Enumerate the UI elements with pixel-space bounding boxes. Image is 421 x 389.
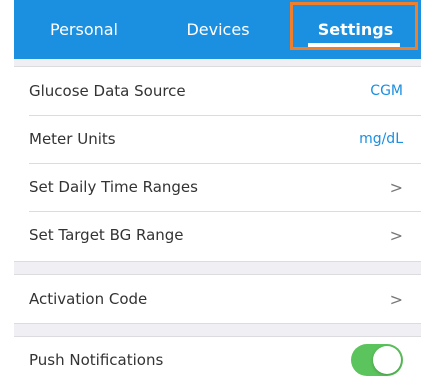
glucose-data-source-value: CGM xyxy=(370,83,403,99)
active-tab-indicator xyxy=(308,43,400,47)
push-notifications-label: Push Notifications xyxy=(29,351,164,369)
settings-group-data: Glucose Data Source CGM Meter Units mg/d… xyxy=(14,66,421,262)
tab-devices[interactable]: Devices xyxy=(162,0,274,59)
activation-code-label: Activation Code xyxy=(29,290,148,308)
settings-group-activation: Activation Code > xyxy=(14,274,421,324)
row-activation-code[interactable]: Activation Code > xyxy=(14,275,421,323)
row-glucose-data-source[interactable]: Glucose Data Source CGM xyxy=(14,67,421,115)
row-set-daily-time-ranges[interactable]: Set Daily Time Ranges > xyxy=(14,163,421,211)
chevron-right-icon: > xyxy=(389,289,403,309)
meter-units-value: mg/dL xyxy=(359,131,403,147)
tab-settings[interactable]: Settings xyxy=(290,0,421,59)
set-daily-time-ranges-label: Set Daily Time Ranges xyxy=(29,178,198,196)
chevron-right-icon: > xyxy=(389,225,403,245)
tab-personal[interactable]: Personal xyxy=(24,0,144,59)
glucose-data-source-label: Glucose Data Source xyxy=(29,82,186,100)
tab-bar: Personal Devices Settings xyxy=(14,0,421,59)
row-set-target-bg-range[interactable]: Set Target BG Range > xyxy=(14,211,421,259)
row-meter-units[interactable]: Meter Units mg/dL xyxy=(14,115,421,163)
settings-group-notifications: Push Notifications xyxy=(14,336,421,389)
meter-units-label: Meter Units xyxy=(29,130,116,148)
chevron-right-icon: > xyxy=(389,177,403,197)
toggle-knob xyxy=(373,346,401,374)
set-target-bg-range-label: Set Target BG Range xyxy=(29,226,184,244)
push-notifications-toggle[interactable] xyxy=(351,344,403,376)
row-push-notifications: Push Notifications xyxy=(14,337,421,383)
settings-screen: Personal Devices Settings Glucose Data S… xyxy=(14,0,421,389)
